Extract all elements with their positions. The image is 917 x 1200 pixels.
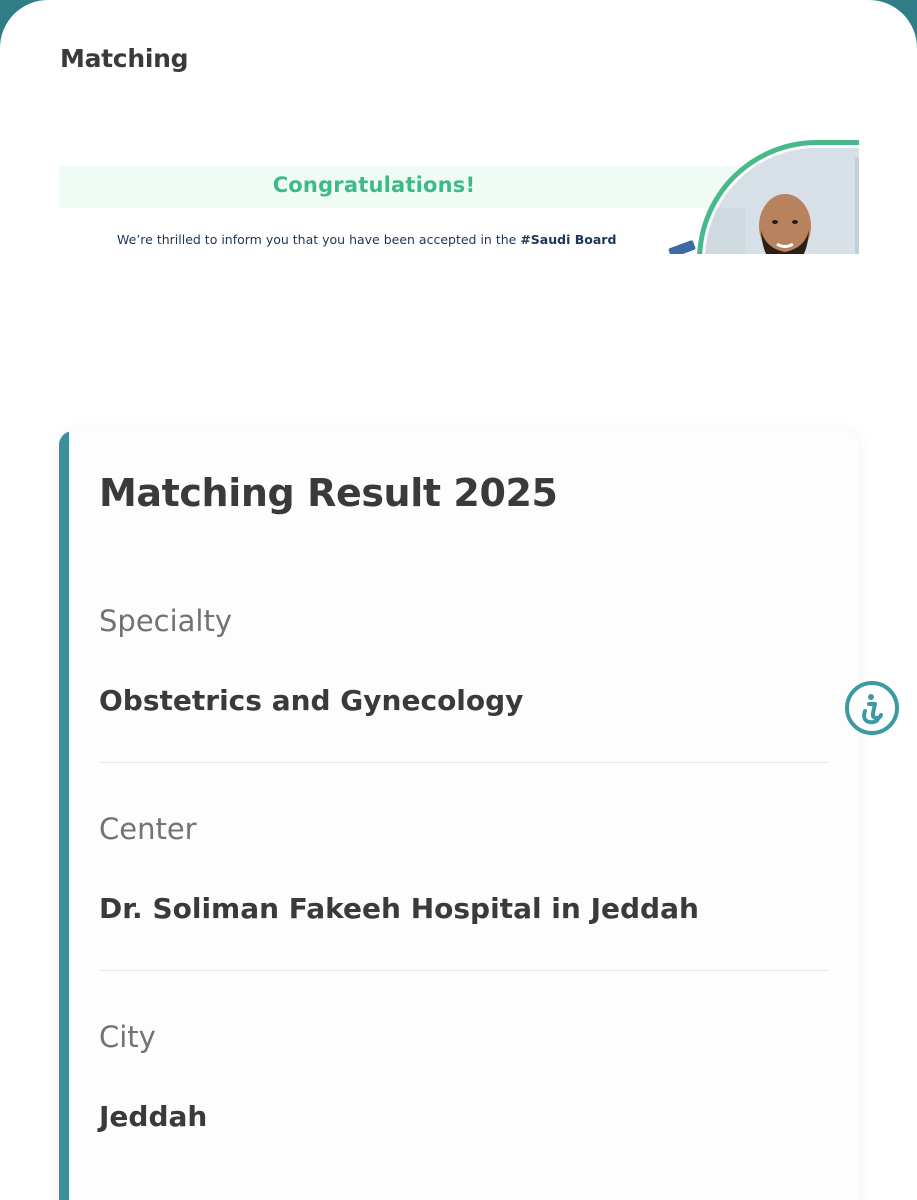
center-label: Center — [99, 812, 197, 846]
city-label: City — [99, 1020, 156, 1054]
card-title: Matching Result 2025 — [99, 471, 558, 515]
specialty-label: Specialty — [99, 604, 233, 638]
accessibility-help-button[interactable] — [845, 681, 899, 735]
banner-decoration — [668, 239, 696, 254]
card-accent-bar — [59, 431, 69, 1200]
divider — [99, 970, 829, 971]
specialty-value: Obstetrics and Gynecology — [99, 684, 524, 717]
banner-message-hashtag: #Saudi Board — [520, 232, 617, 247]
center-value: Dr. Soliman Fakeeh Hospital in Jeddah — [99, 892, 699, 925]
banner-message: We’re thrilled to inform you that you ha… — [117, 232, 616, 247]
app-sheet: Matching Congratulations! We’re thrilled… — [0, 0, 917, 1200]
divider — [99, 762, 829, 763]
accessibility-help-icon — [862, 694, 883, 725]
matching-result-card: Matching Result 2025 Specialty Obstetric… — [59, 431, 859, 1200]
congratulations-banner: Congratulations! We’re thrilled to infor… — [59, 140, 859, 254]
city-value: Jeddah — [99, 1100, 208, 1133]
banner-message-text: We’re thrilled to inform you that you ha… — [117, 232, 521, 247]
doctor-photo — [705, 148, 859, 254]
banner-heading: Congratulations! — [272, 173, 476, 197]
page-title: Matching — [60, 44, 189, 73]
doctor-illustration — [705, 148, 859, 254]
